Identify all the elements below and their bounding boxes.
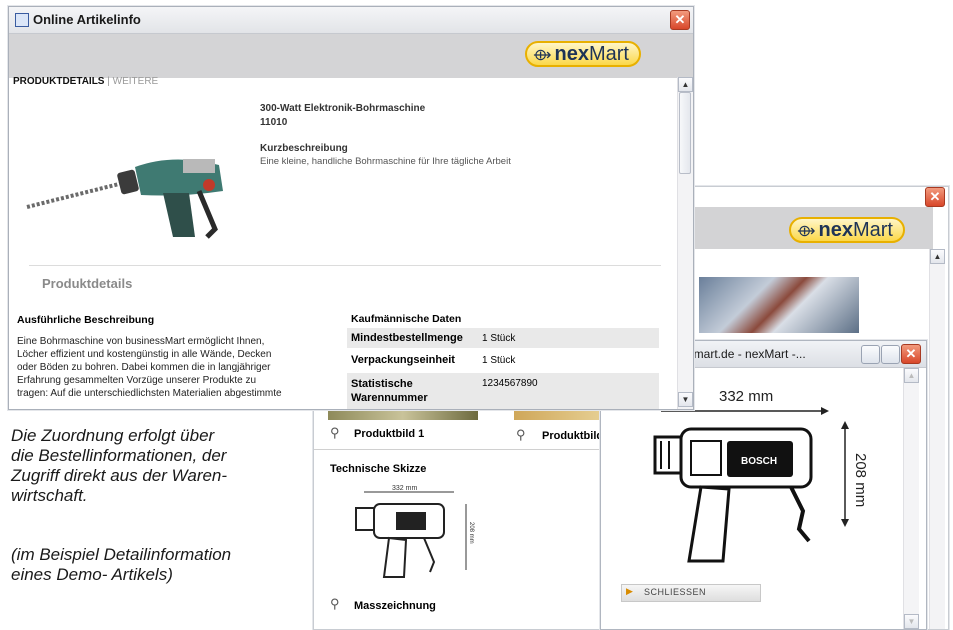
popup-close-button[interactable]: ✕ xyxy=(901,344,921,364)
scroll-up-icon[interactable]: ▲ xyxy=(678,77,693,92)
scroll-up-icon[interactable]: ▲ xyxy=(904,368,919,383)
app-icon xyxy=(15,13,29,27)
description-line: tragen: Auf die unterschiedlichsten Mate… xyxy=(17,388,282,399)
tab-bar: PRODUKTDETAILS | WEITERE xyxy=(13,76,158,87)
popup-scrollbar[interactable]: ▲ ▼ xyxy=(903,368,919,629)
caption-note-line: (im Beispiel Detailinformation xyxy=(11,545,232,564)
caption-line: die Bestellinformationen, der xyxy=(11,446,227,465)
commercial-value: 1234567890 xyxy=(482,378,538,389)
tab-produktdetails[interactable]: PRODUKTDETAILS xyxy=(13,76,104,87)
back-nexmart-logo: ⟴ nexMart xyxy=(789,217,905,243)
description-line: Eine Bohrmaschine von businessMart ermög… xyxy=(17,336,265,347)
caption-text: Die Zuordnung erfolgt über die Bestellin… xyxy=(11,426,227,506)
commercial-heading: Kaufmännische Daten xyxy=(351,313,462,325)
commercial-label: Mindestbestellmenge xyxy=(351,332,463,344)
product-number: 11010 xyxy=(260,117,288,128)
back-scrollbar[interactable]: ▲ xyxy=(929,249,945,629)
description-line: oder Böden zu bohren. Dabei kommen die i… xyxy=(17,362,271,373)
description-text: Eine Bohrmaschine von businessMart ermög… xyxy=(17,335,337,400)
main-window-title: Online Artikelinfo xyxy=(33,12,141,27)
main-nexmart-logo: ⟴ nexMart xyxy=(525,41,641,67)
main-window: Online Artikelinfo ✕ ⟴ nexMart PRODUKTDET… xyxy=(8,6,694,410)
scroll-up-icon[interactable]: ▲ xyxy=(930,249,945,264)
product-photo xyxy=(26,159,223,239)
kurzbeschreibung-heading: Kurzbeschreibung xyxy=(260,143,348,154)
divider xyxy=(314,449,609,450)
technische-skizze-heading: Technische Skizze xyxy=(330,463,427,475)
main-scrollbar[interactable]: ▲ ▼ xyxy=(677,77,693,409)
nexmart-logo-icon: ⟴ xyxy=(533,47,552,64)
sketch-width-label: 332 mm xyxy=(392,485,417,492)
magnifier-icon[interactable]: ⚲ xyxy=(516,427,526,443)
scroll-down-icon[interactable]: ▼ xyxy=(678,392,693,407)
commercial-label: Statistische Warennummer xyxy=(351,378,428,404)
maximize-button[interactable] xyxy=(881,345,900,364)
scroll-thumb[interactable] xyxy=(679,92,691,174)
commercial-row: Verpackungseinheit 1 Stück xyxy=(347,350,659,370)
magnifier-icon[interactable]: ⚲ xyxy=(330,425,340,441)
commercial-value: 1 Stück xyxy=(482,355,516,366)
description-line: Erfahrung gesammelten Vorzüge unserer Pr… xyxy=(17,375,257,386)
caption-line: Zugriff direkt aus der Waren- xyxy=(11,466,228,485)
height-dimension-label: 208 mm xyxy=(852,453,869,508)
caption-note-line: eines Demo- Artikels) xyxy=(11,565,173,584)
section-divider xyxy=(29,265,661,266)
main-close-button[interactable]: ✕ xyxy=(670,10,690,30)
caption-line: Die Zuordnung erfolgt über xyxy=(11,426,215,445)
commercial-row: Mindestbestellmenge 1 Stück xyxy=(347,328,659,348)
produktbild-1-label[interactable]: Produktbild 1 xyxy=(354,428,424,440)
produktbild-2-label[interactable]: Produktbild xyxy=(542,430,603,442)
back-window-close-button[interactable]: ✕ xyxy=(925,187,945,207)
scroll-down-icon[interactable]: ▼ xyxy=(904,614,919,629)
kurzbeschreibung-text: Eine kleine, handliche Bohrmaschine für … xyxy=(260,156,511,167)
schliessen-label: SCHLIESSEN xyxy=(644,587,707,597)
description-heading: Ausführliche Beschreibung xyxy=(17,314,155,326)
commercial-value: 1 Stück xyxy=(482,333,516,344)
magnifier-icon[interactable]: ⚲ xyxy=(330,596,340,612)
main-titlebar[interactable]: Online Artikelinfo ✕ xyxy=(9,7,693,34)
caption-line: wirtschaft. xyxy=(11,486,88,505)
masszeichnung-label[interactable]: Masszeichnung xyxy=(354,600,436,612)
bosch-label: BOSCH xyxy=(741,456,777,467)
small-drill-sketch: 332 mm 208 mm xyxy=(355,485,474,578)
tab-weitere[interactable]: WEITERE xyxy=(113,76,159,87)
description-line: Löcher effizient und kostengünstig in al… xyxy=(17,349,272,360)
minimize-button[interactable] xyxy=(861,345,880,364)
back-product-image-1 xyxy=(699,277,859,333)
nexmart-logo-icon: ⟴ xyxy=(797,223,816,240)
caption-note: (im Beispiel Detailinformation eines Dem… xyxy=(11,545,231,585)
produktdetails-section-title: Produktdetails xyxy=(42,276,133,291)
schliessen-button[interactable]: ▶ SCHLIESSEN xyxy=(621,584,761,602)
tab-separator: | xyxy=(107,76,110,87)
play-arrow-icon: ▶ xyxy=(626,586,633,596)
product-name: 300-Watt Elektronik-Bohrmaschine xyxy=(260,103,426,114)
sketch-height-label: 208 mm xyxy=(468,522,474,544)
commercial-label: Verpackungseinheit xyxy=(351,354,455,366)
commercial-row: Statistische Warennummer 1234567890 xyxy=(347,373,659,409)
